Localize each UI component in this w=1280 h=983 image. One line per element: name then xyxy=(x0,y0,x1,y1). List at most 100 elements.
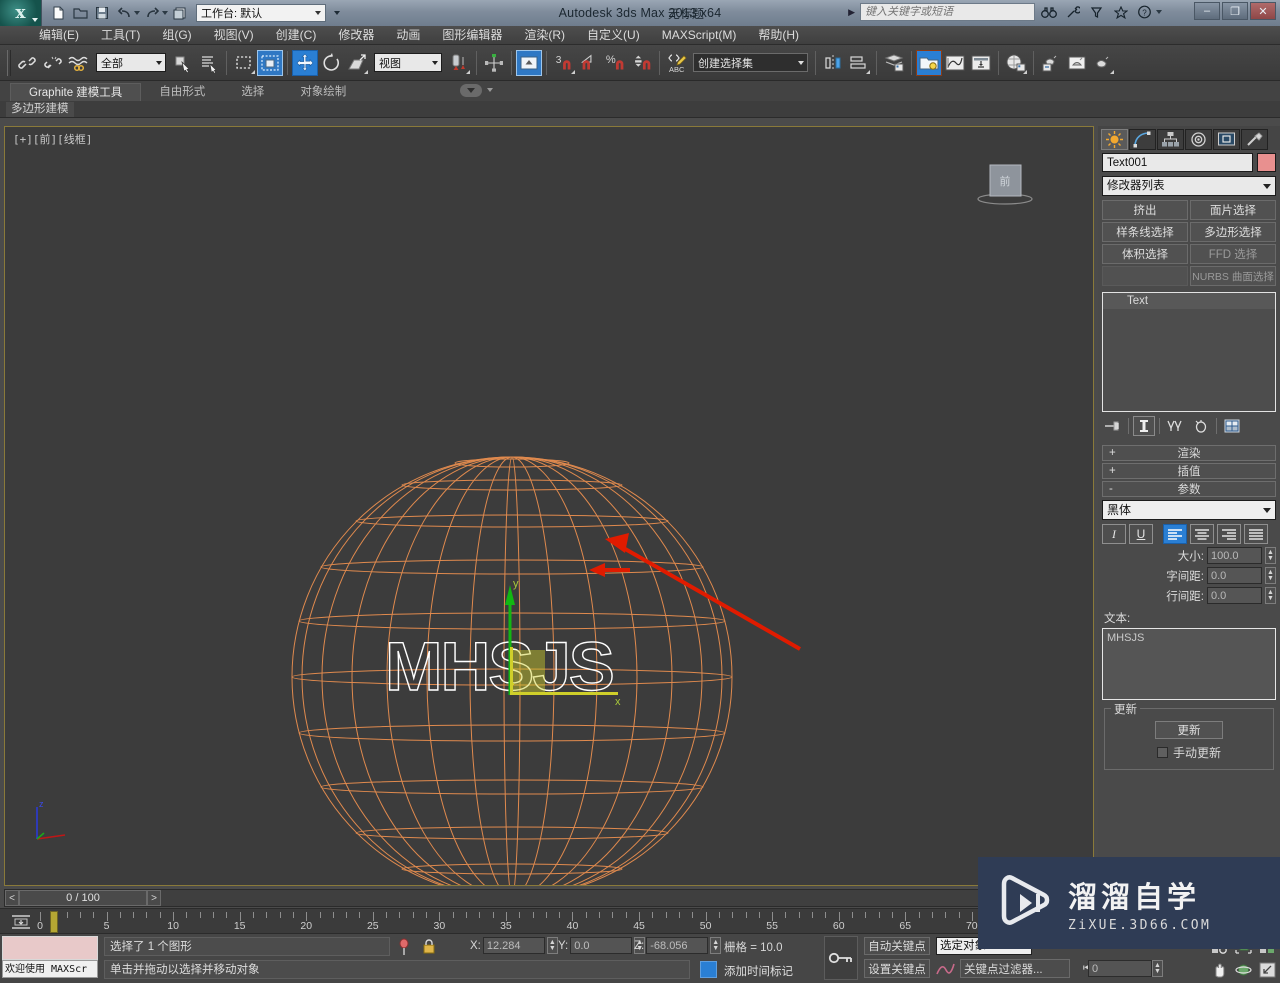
cp-tab-motion[interactable] xyxy=(1185,128,1212,150)
named-selection-set-combo[interactable]: 创建选择集 xyxy=(693,53,808,72)
select-and-rotate-icon[interactable] xyxy=(318,50,344,76)
current-frame-display[interactable]: 0 / 100 xyxy=(19,890,147,906)
ribbon-panel-poly-modeling[interactable]: 多边形建模 xyxy=(6,101,74,117)
minimize-button[interactable]: – xyxy=(1194,2,1220,20)
menu-customize[interactable]: 自定义(U) xyxy=(576,26,651,45)
rectangular-selection-region-icon[interactable] xyxy=(231,50,257,76)
schematic-view-icon[interactable] xyxy=(968,50,994,76)
edit-named-selection-sets-icon[interactable]: ABC xyxy=(664,50,690,76)
key-filters-button[interactable]: 关键点过滤器... xyxy=(960,959,1070,978)
snaps-3-toggle-icon[interactable]: 3 xyxy=(551,50,577,76)
menu-modifiers[interactable]: 修改器 xyxy=(327,26,385,45)
remove-modifier-icon[interactable] xyxy=(1190,416,1212,436)
rollup-interpolation[interactable]: + 插值 xyxy=(1102,463,1276,479)
cp-tab-modify[interactable] xyxy=(1129,128,1156,150)
rollup-rendering[interactable]: + 渲染 xyxy=(1102,445,1276,461)
modifier-list-combo[interactable]: 修改器列表 xyxy=(1102,176,1276,196)
ribbon-minimize-button[interactable] xyxy=(460,84,482,97)
menu-views[interactable]: 视图(V) xyxy=(203,26,265,45)
view-cube[interactable]: 前 xyxy=(965,157,1045,207)
add-time-tag-label[interactable]: 添加时间标记 xyxy=(724,963,793,979)
prev-frame-button[interactable]: < xyxy=(5,890,19,906)
menu-animation[interactable]: 动画 xyxy=(385,26,431,45)
maxscript-input-area[interactable] xyxy=(2,936,98,960)
unlink-selection-icon[interactable] xyxy=(40,50,66,76)
modbtn-poly-select[interactable]: 多边形选择 xyxy=(1190,222,1276,242)
align-left-button[interactable] xyxy=(1163,524,1187,544)
coord-x-field[interactable]: 12.284 xyxy=(482,937,545,954)
current-frame-spinner[interactable]: ▲ ▼ xyxy=(1152,960,1163,977)
coord-x-spinner[interactable]: ▲ ▼ xyxy=(546,937,558,954)
toolbar-grip[interactable] xyxy=(7,49,11,76)
time-slider-handle[interactable] xyxy=(50,911,58,933)
update-button[interactable]: 更新 xyxy=(1155,721,1223,739)
redo-icon[interactable] xyxy=(142,3,162,23)
ribbon-tab-freeform[interactable]: 自由形式 xyxy=(141,83,223,101)
redo-dropdown-caret-icon[interactable] xyxy=(162,11,168,15)
workspace-menu-caret-icon[interactable] xyxy=(334,11,340,15)
use-pivot-point-center-icon[interactable] xyxy=(446,50,472,76)
cp-tab-display[interactable] xyxy=(1213,128,1240,150)
layer-manager-icon[interactable] xyxy=(881,50,907,76)
ribbon-tab-graphite[interactable]: Graphite 建模工具 xyxy=(10,83,142,101)
manual-update-checkbox[interactable] xyxy=(1156,747,1168,758)
viewport-front-wireframe[interactable]: [+][前][线框] MHSJS y x 前 z xyxy=(4,126,1094,886)
modifier-stack[interactable]: Text xyxy=(1102,292,1276,412)
close-button[interactable]: ✕ xyxy=(1250,2,1276,20)
modbtn-vol-select[interactable]: 体积选择 xyxy=(1102,244,1188,264)
pan-hand-icon[interactable] xyxy=(1210,961,1229,979)
reference-coordinate-combo[interactable]: 视图 xyxy=(374,53,442,72)
leading-field[interactable]: 0.0 xyxy=(1207,587,1262,604)
rendered-frame-window-icon[interactable] xyxy=(1064,50,1090,76)
coord-y-field[interactable]: 0.0 xyxy=(570,937,633,954)
menu-tools[interactable]: 工具(T) xyxy=(90,26,151,45)
binoculars-icon[interactable] xyxy=(1038,3,1059,21)
object-color-swatch[interactable] xyxy=(1257,153,1276,172)
select-and-scale-icon[interactable] xyxy=(344,50,370,76)
maxscript-mini-listener[interactable]: 欢迎使用 MAXScr xyxy=(2,936,98,980)
modbtn-nurbs-select[interactable]: NURBS 曲面选择 xyxy=(1190,266,1276,286)
percent-snap-toggle-icon[interactable]: % xyxy=(603,50,629,76)
align-justify-button[interactable] xyxy=(1244,524,1268,544)
bind-to-space-warp-icon[interactable] xyxy=(66,50,92,76)
select-and-link-icon[interactable] xyxy=(14,50,40,76)
pin-stack-icon[interactable] xyxy=(1102,416,1124,436)
add-time-tag-icon[interactable] xyxy=(700,961,717,978)
ribbon-tab-object-paint[interactable]: 对象绘制 xyxy=(282,83,364,101)
key-mode-toggle[interactable] xyxy=(824,936,858,980)
align-icon[interactable] xyxy=(846,50,872,76)
menu-edit[interactable]: 编辑(E) xyxy=(28,26,90,45)
auto-key-button[interactable]: 自动关键点 xyxy=(864,937,930,955)
coord-z-field[interactable]: -68.056 xyxy=(646,937,709,954)
cp-tab-utilities[interactable] xyxy=(1241,128,1268,150)
undo-dropdown-caret-icon[interactable] xyxy=(134,11,140,15)
next-frame-button[interactable]: > xyxy=(147,890,161,906)
size-spinner[interactable]: ▲ ▼ xyxy=(1265,547,1276,564)
menu-group[interactable]: 组(G) xyxy=(151,26,202,45)
modbtn-extrude[interactable]: 挤出 xyxy=(1102,200,1188,220)
modbtn-ffd-select[interactable]: FFD 选择 xyxy=(1190,244,1276,264)
search-input[interactable] xyxy=(860,3,1035,21)
modbtn-spline-select[interactable]: 样条线选择 xyxy=(1102,222,1188,242)
modifier-stack-entry[interactable]: Text xyxy=(1103,293,1275,309)
snaps-toggle-icon[interactable] xyxy=(516,49,542,76)
star-icon[interactable] xyxy=(1110,3,1131,21)
selection-filter-combo[interactable]: 全部 xyxy=(96,53,166,72)
project-folder-icon[interactable] xyxy=(170,3,190,23)
orbit-icon[interactable] xyxy=(1234,961,1253,979)
help-dropdown-caret-icon[interactable] xyxy=(1156,10,1162,14)
ribbon-tab-selection[interactable]: 选择 xyxy=(223,83,282,101)
selection-lock-icon[interactable] xyxy=(422,938,436,956)
menu-help[interactable]: 帮助(H) xyxy=(747,26,810,45)
show-end-result-icon[interactable] xyxy=(1133,416,1155,436)
object-name-field[interactable]: Text001 xyxy=(1102,153,1253,172)
menu-create[interactable]: 创建(C) xyxy=(265,26,328,45)
menu-rendering[interactable]: 渲染(R) xyxy=(513,26,576,45)
render-production-icon[interactable] xyxy=(1090,50,1116,76)
curve-editor-icon[interactable] xyxy=(942,50,968,76)
undo-icon[interactable] xyxy=(114,3,134,23)
key-filters-curve-icon[interactable] xyxy=(936,960,956,978)
select-object-icon[interactable] xyxy=(170,50,196,76)
restore-button[interactable]: ❐ xyxy=(1222,2,1248,20)
open-mini-curve-editor-icon[interactable] xyxy=(10,913,32,931)
